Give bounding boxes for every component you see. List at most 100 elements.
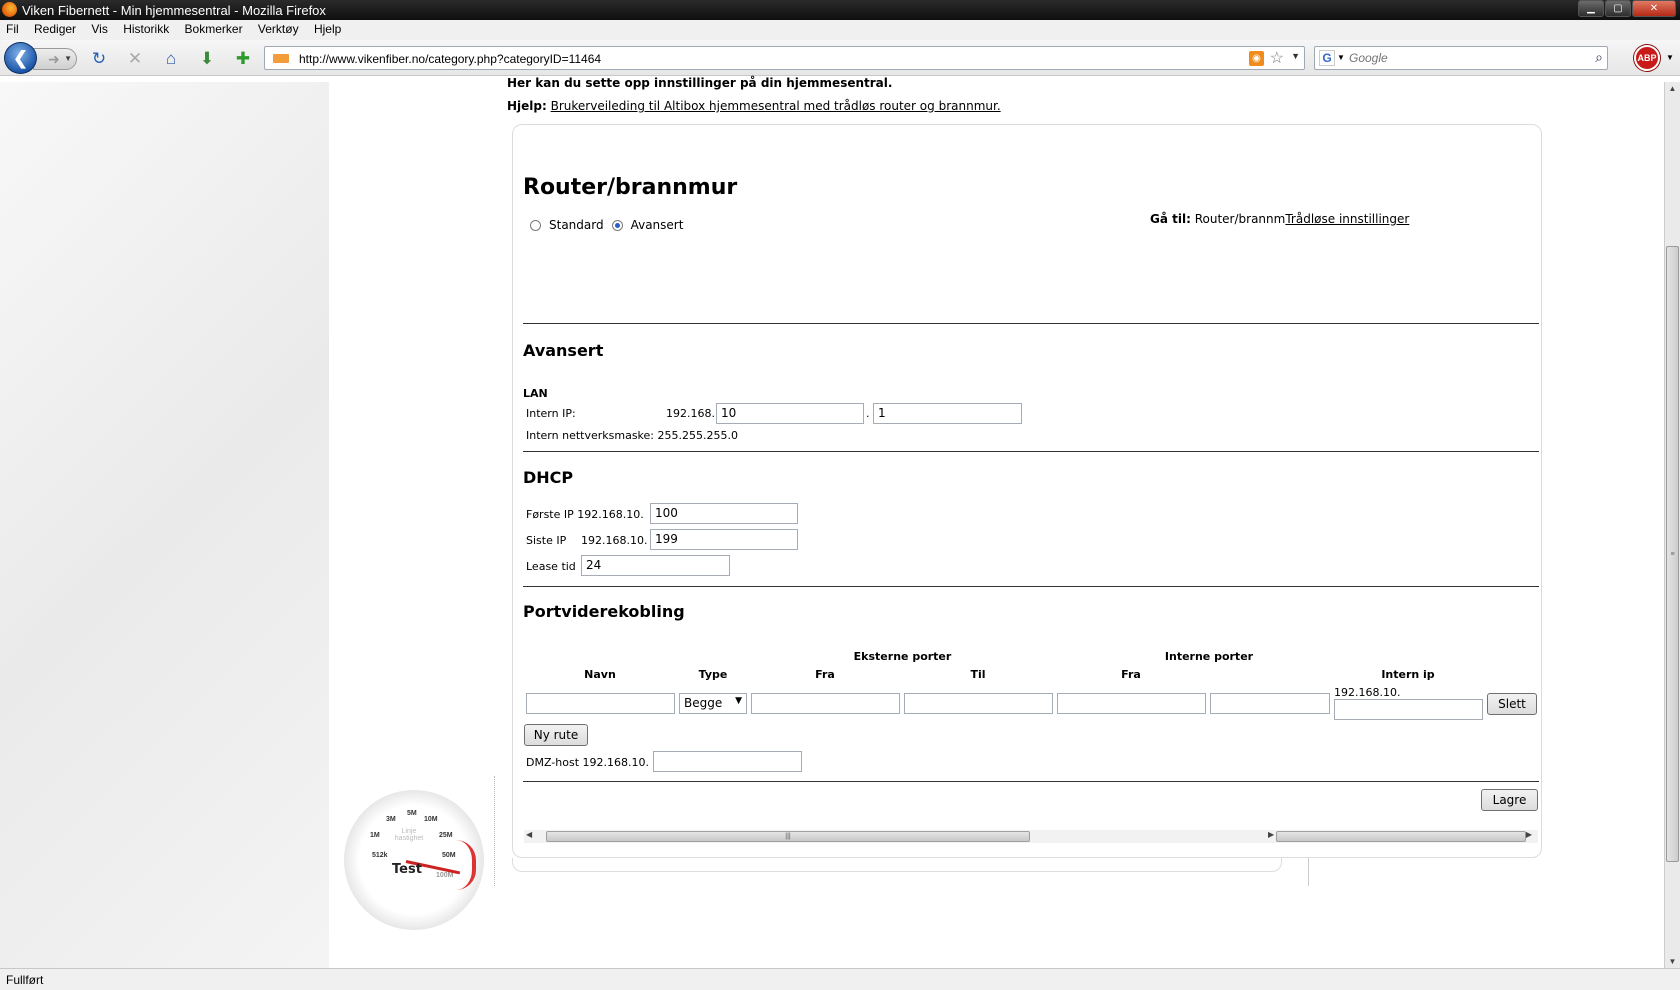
panel-footer	[512, 858, 1282, 872]
divider	[523, 323, 1539, 324]
page-scroll-thumb[interactable]: ≡	[1666, 246, 1679, 862]
status-bar: Fullført	[0, 968, 1680, 990]
search-engine-dropdown-icon[interactable]: ▼	[1337, 53, 1345, 62]
delete-rule-button[interactable]: Slett	[1487, 693, 1537, 715]
scroll-right-icon[interactable]: ▶	[1526, 830, 1532, 839]
menu-rediger[interactable]: Rediger	[28, 20, 82, 38]
menu-historikk[interactable]: Historikk	[117, 20, 175, 38]
standard-radio[interactable]	[530, 219, 541, 231]
forward-button[interactable]: ➜ ▼	[33, 48, 77, 70]
col-ext-to-header: Til	[970, 668, 986, 681]
scroll-left-icon[interactable]: ◀	[526, 830, 532, 839]
new-route-button[interactable]: Ny rute	[524, 724, 588, 746]
speed-test-widget[interactable]: 512k 1M 3M 5M 10M 25M 50M 100M Linje has…	[330, 776, 495, 930]
gauge-mark: 25M	[439, 832, 453, 839]
download-icon[interactable]: ⬇	[196, 49, 218, 69]
rule-name-field[interactable]	[526, 693, 675, 714]
left-background	[0, 82, 329, 968]
stop-icon[interactable]: ✕	[124, 49, 146, 69]
goto-nav: Gå til: Router/brannmTrådløse innstillin…	[1150, 212, 1409, 226]
site-favicon-icon	[273, 54, 289, 63]
window-title: Viken Fibernett - Min hjemmesentral - Mo…	[22, 3, 326, 18]
intro-line: Her kan du sette opp innstillinger på di…	[507, 76, 893, 90]
first-ip-field[interactable]: 100	[650, 503, 798, 524]
dmz-host-field[interactable]	[653, 751, 802, 772]
help-link[interactable]: Brukerveileding til Altibox hjemmesentra…	[551, 99, 1001, 113]
adblock-dropdown-icon[interactable]: ▼	[1666, 53, 1674, 62]
first-ip-label: Første IP 192.168.10.	[526, 508, 644, 521]
home-icon[interactable]: ⌂	[160, 49, 182, 69]
wireless-settings-link[interactable]: Trådløse innstillinger	[1285, 212, 1409, 226]
menu-hjelp[interactable]: Hjelp	[308, 20, 347, 38]
reload-icon[interactable]: ↻	[88, 49, 110, 69]
lease-time-field[interactable]: 24	[581, 555, 730, 576]
settings-panel	[512, 124, 1542, 858]
gauge-red-zone	[456, 840, 476, 890]
intern-ip-octet4-field[interactable]: 1	[873, 403, 1022, 424]
scroll-thumb[interactable]: |||	[546, 831, 1030, 842]
menu-bokmerker[interactable]: Bokmerker	[179, 20, 249, 38]
col-ext-from-header: Fra	[815, 668, 835, 681]
star-icon[interactable]: ☆	[1270, 48, 1284, 68]
intern-ip-octet3-field[interactable]: 10	[716, 403, 864, 424]
url-bar[interactable]: http://www.vikenfiber.no/category.php?ca…	[264, 46, 1305, 70]
gauge-mark: 1M	[370, 832, 380, 839]
netmask-label: Intern nettverksmaske: 255.255.255.0	[526, 429, 738, 442]
history-dropdown-icon[interactable]: ▼	[64, 49, 72, 69]
right-column-edge	[1308, 858, 1309, 886]
col-name-header: Navn	[584, 668, 616, 681]
back-icon: ❮	[12, 48, 29, 68]
rss-icon[interactable]: ◉	[1249, 51, 1264, 66]
standard-label[interactable]: Standard	[549, 218, 604, 232]
search-input[interactable]	[1349, 50, 1579, 66]
status-text: Fullført	[6, 973, 44, 987]
col-intern-ip-header: Intern ip	[1381, 668, 1435, 681]
last-ip-field[interactable]: 199	[650, 529, 798, 550]
scroll-right-icon[interactable]: ▶	[1268, 830, 1274, 839]
scroll-down-icon[interactable]: ▼	[1665, 957, 1680, 966]
advanced-label[interactable]: Avansert	[631, 218, 684, 232]
scroll-up-icon[interactable]: ▲	[1665, 84, 1680, 93]
advanced-radio[interactable]	[611, 219, 623, 231]
intern-ip-row-prefix: 192.168.10.	[1334, 686, 1401, 699]
intro-text: Her kan du sette opp innstillinger på di…	[507, 76, 1001, 113]
speed-test-label[interactable]: Test	[392, 862, 422, 877]
back-button[interactable]: ❮	[4, 42, 37, 74]
int-to-field[interactable]	[1210, 693, 1330, 714]
adblock-plus-button[interactable]: ABP	[1634, 45, 1660, 71]
ext-from-field[interactable]	[751, 693, 900, 714]
magnifier-icon[interactable]: ⌕	[1595, 49, 1603, 66]
maximize-button[interactable]: ▢	[1605, 0, 1631, 17]
divider	[523, 781, 1539, 782]
gauge-mark: 10M	[424, 816, 438, 823]
firefox-icon	[2, 2, 17, 17]
add-bookmark-icon[interactable]: ✚	[232, 49, 254, 69]
panel-horizontal-scrollbar[interactable]: ◀ ||| ▶ ▶	[524, 830, 1538, 843]
url-dropdown-icon[interactable]: ▼	[1291, 51, 1300, 61]
rule-intern-ip-field[interactable]	[1334, 699, 1483, 720]
menu-verktoy[interactable]: Verktøy	[252, 20, 305, 38]
chevron-down-icon: ▼	[735, 696, 742, 706]
col-int-from-header: Fra	[1121, 668, 1141, 681]
lease-time-label: Lease tid	[526, 560, 576, 573]
rule-type-select[interactable]: Begge ▼	[679, 693, 747, 714]
dhcp-heading: DHCP	[523, 468, 574, 487]
ext-to-field[interactable]	[904, 693, 1053, 714]
int-from-field[interactable]	[1057, 693, 1206, 714]
scroll-thumb-secondary[interactable]	[1276, 831, 1526, 842]
url-text[interactable]: http://www.vikenfiber.no/category.php?ca…	[299, 52, 601, 66]
divider	[523, 451, 1539, 452]
minimize-button[interactable]: ▁	[1578, 0, 1604, 17]
menu-vis[interactable]: Vis	[85, 20, 113, 38]
menu-fil[interactable]: Fil	[0, 20, 25, 38]
save-button[interactable]: Lagre	[1481, 789, 1538, 811]
divider	[523, 586, 1539, 587]
last-ip-label: Siste IP	[526, 534, 567, 547]
google-icon[interactable]: G	[1319, 50, 1335, 66]
speed-gauge-icon: 512k 1M 3M 5M 10M 25M 50M 100M Linje has…	[344, 790, 484, 930]
close-button[interactable]: ✕	[1632, 0, 1676, 17]
advanced-heading: Avansert	[523, 341, 604, 360]
goto-current: Router/brannm	[1194, 212, 1286, 226]
page-vertical-scrollbar[interactable]: ▲ ≡ ▼	[1664, 82, 1680, 968]
intern-ip-prefix: 192.168.	[666, 407, 715, 420]
